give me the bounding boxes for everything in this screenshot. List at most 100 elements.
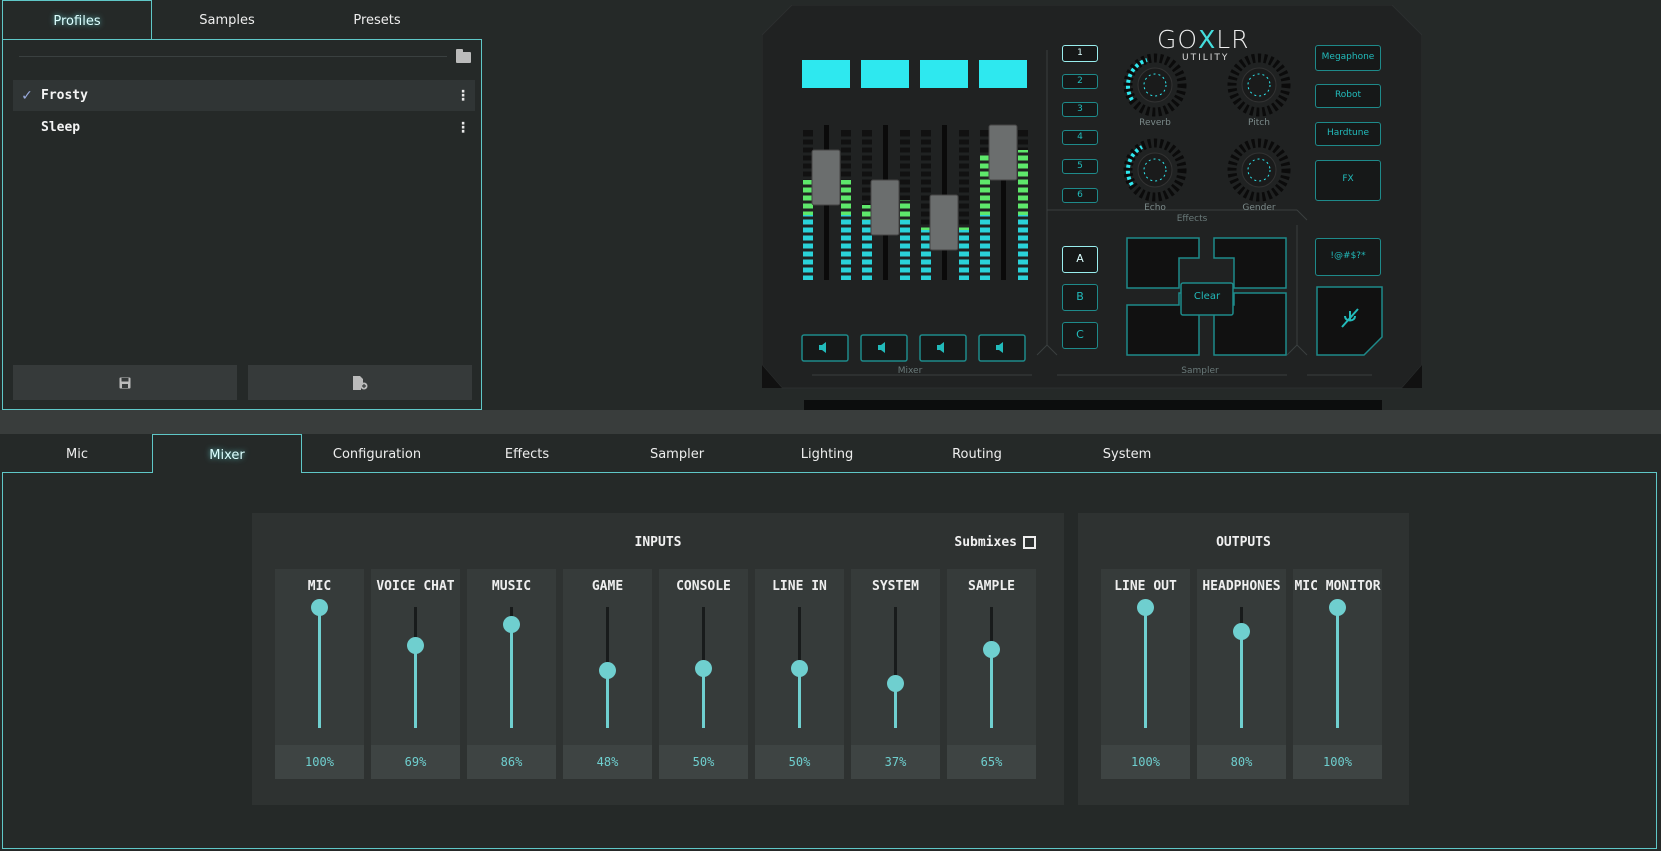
profile-row-frosty[interactable]: ✓ Frosty ⋮ — [13, 80, 475, 111]
channel-name: MUSIC — [491, 579, 532, 594]
profiles-tabbar: Profiles Samples Presets — [2, 0, 452, 39]
outputs-group: OUTPUTS LINE OUT 100% HEADPHONES 80% MIC MON… — [1078, 513, 1409, 805]
more-menu-icon[interactable]: ⋮ — [451, 121, 475, 135]
mixer-panel: INPUTS Submixes MIC 100% VOICE CHAT 69% MUSI… — [2, 472, 1657, 849]
profiles-panel: ✓ Frosty ⋮ Sleep ⋮ — [2, 39, 482, 410]
bleep-button[interactable]: !@#$?* — [1315, 238, 1381, 276]
hardtune-button[interactable]: Hardtune — [1315, 122, 1381, 146]
channel-name: MIC MONITOR — [1294, 579, 1381, 594]
sampler-bank-b[interactable]: B — [1062, 284, 1098, 311]
folder-icon[interactable] — [456, 49, 471, 63]
volume-slider-thumb[interactable] — [1233, 623, 1250, 641]
volume-fill — [414, 644, 417, 728]
preset-button-4[interactable]: 4 — [1062, 130, 1098, 145]
channel-name: SAMPLE — [968, 579, 1015, 594]
goxlr-logo: GOXLR — [1157, 25, 1250, 54]
channel-name: LINE IN — [772, 579, 827, 594]
new-file-icon — [353, 375, 368, 390]
channel-headphones: HEADPHONES 80% — [1197, 569, 1286, 779]
preset-button-2[interactable]: 2 — [1062, 74, 1098, 89]
tab-effects[interactable]: Effects — [452, 434, 602, 473]
submixes-toggle[interactable]: Submixes — [954, 535, 1036, 550]
channel-console: CONSOLE 50% — [659, 569, 748, 779]
volume-slider-thumb[interactable] — [1137, 599, 1154, 616]
volume-value: 50% — [755, 745, 844, 779]
divider — [19, 56, 447, 57]
profile-name: Sleep — [41, 120, 81, 135]
submixes-checkbox[interactable] — [1023, 536, 1036, 549]
robot-button[interactable]: Robot — [1315, 84, 1381, 108]
sampler-bank-c[interactable]: C — [1062, 322, 1098, 349]
volume-value: 86% — [467, 745, 556, 779]
volume-fill — [798, 667, 801, 728]
outputs-title: OUTPUTS — [1216, 535, 1271, 550]
bottom-area: Mic Mixer Configuration Effects Sampler … — [0, 434, 1661, 851]
volume-slider-thumb[interactable] — [791, 659, 808, 677]
volume-slider-thumb[interactable] — [695, 659, 712, 677]
volume-fill — [1144, 607, 1147, 728]
separator-bar — [0, 410, 1661, 434]
channel-name: SYSTEM — [872, 579, 919, 594]
volume-fill — [1336, 607, 1339, 728]
volume-fill — [990, 649, 993, 728]
volume-slider-thumb[interactable] — [407, 636, 424, 654]
save-profile-button[interactable] — [13, 365, 237, 400]
more-menu-icon[interactable]: ⋮ — [451, 89, 475, 103]
tab-routing[interactable]: Routing — [902, 434, 1052, 473]
channel-system: SYSTEM 37% — [851, 569, 940, 779]
tab-system[interactable]: System — [1052, 434, 1202, 473]
megaphone-button[interactable]: Megaphone — [1315, 45, 1381, 71]
volume-value: 69% — [371, 745, 460, 779]
volume-slider-thumb[interactable] — [887, 675, 904, 693]
top-area: Profiles Samples Presets ✓ Frosty ⋮ Slee… — [0, 0, 1661, 410]
volume-slider-thumb[interactable] — [599, 661, 616, 679]
channel-name: GAME — [591, 579, 624, 594]
volume-slider-thumb[interactable] — [311, 599, 328, 616]
volume-fill — [510, 623, 513, 728]
sampler-clear-button[interactable]: Clear — [1181, 291, 1233, 302]
preset-button-3[interactable]: 3 — [1062, 102, 1098, 117]
volume-slider-thumb[interactable] — [1329, 599, 1346, 616]
tab-mixer[interactable]: Mixer — [152, 434, 302, 473]
new-profile-button[interactable] — [248, 365, 472, 400]
volume-value: 100% — [1101, 745, 1190, 779]
volume-value: 80% — [1197, 745, 1286, 779]
sampler-bank-a[interactable]: A — [1062, 246, 1098, 273]
tab-mic[interactable]: Mic — [2, 434, 152, 473]
volume-slider-thumb[interactable] — [983, 641, 1000, 659]
volume-slider-thumb[interactable] — [503, 615, 520, 633]
volume-fill — [1240, 631, 1243, 728]
preset-button-5[interactable]: 5 — [1062, 159, 1098, 174]
knob-label-echo: Echo — [1144, 203, 1166, 213]
volume-value: 37% — [851, 745, 940, 779]
main-tabbar: Mic Mixer Configuration Effects Sampler … — [2, 434, 1202, 473]
volume-value: 100% — [1293, 745, 1382, 779]
channel-voice-chat: VOICE CHAT 69% — [371, 569, 460, 779]
channel-game: GAME 48% — [563, 569, 652, 779]
tab-lighting[interactable]: Lighting — [752, 434, 902, 473]
channel-line-in: LINE IN 50% — [755, 569, 844, 779]
volume-value: 48% — [563, 745, 652, 779]
profile-row-sleep[interactable]: Sleep ⋮ — [13, 112, 475, 143]
effects-section-label: Effects — [1176, 214, 1208, 224]
channel-name: VOICE CHAT — [376, 579, 455, 594]
preset-button-1[interactable]: 1 — [1062, 45, 1098, 62]
channel-name: HEADPHONES — [1202, 579, 1281, 594]
logo-subtitle: UTILITY — [1182, 53, 1230, 63]
channel-sample: SAMPLE 65% — [947, 569, 1036, 779]
tab-sampler[interactable]: Sampler — [602, 434, 752, 473]
volume-fill — [318, 607, 321, 728]
channel-music: MUSIC 86% — [467, 569, 556, 779]
knob-label-reverb: Reverb — [1139, 118, 1171, 128]
volume-fill — [702, 667, 705, 728]
tab-configuration[interactable]: Configuration — [302, 434, 452, 473]
tab-presets[interactable]: Presets — [302, 0, 452, 39]
channel-name: MIC — [307, 579, 332, 594]
goxlr-device: GOXLR UTILITY 1 2 3 4 5 6 Reverb Pitch E… — [762, 5, 1422, 410]
inputs-group: INPUTS Submixes MIC 100% VOICE CHAT 69% MUSI… — [252, 513, 1064, 805]
fx-button[interactable]: FX — [1315, 160, 1381, 201]
preset-button-6[interactable]: 6 — [1062, 188, 1098, 203]
tab-samples[interactable]: Samples — [152, 0, 302, 39]
inputs-title: INPUTS — [634, 535, 682, 550]
tab-profiles[interactable]: Profiles — [2, 0, 152, 39]
